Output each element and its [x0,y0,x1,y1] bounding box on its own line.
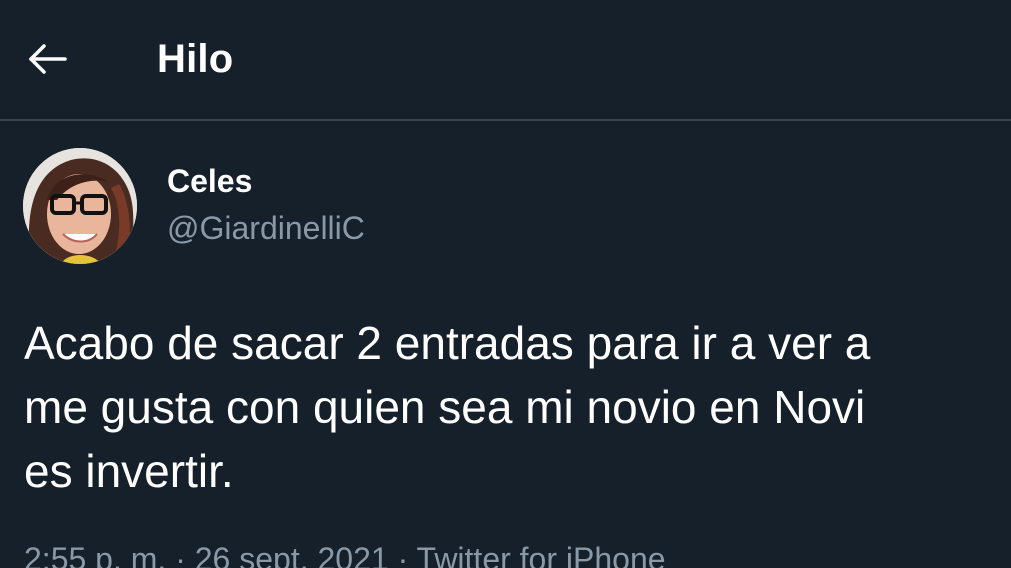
tweet-text-line: Acabo de sacar 2 entradas para ir a ver … [24,317,871,369]
author-name[interactable]: Celes [167,163,252,199]
author-handle[interactable]: @GiardinelliC [167,210,365,246]
tweet-time[interactable]: 2:55 p. m. [24,541,166,568]
tweet-text-line: es invertir. [24,445,234,497]
tweet-meta: 2:55 p. m. · 26 sept. 2021 · Twitter for… [24,540,666,568]
arrow-left-icon [29,44,67,74]
page-title: Hilo [157,37,234,81]
tweet-source[interactable]: Twitter for iPhone [417,541,666,568]
avatar[interactable] [23,148,137,264]
profile-photo-icon [23,148,137,264]
meta-separator: · [397,541,409,568]
thread-header: Hilo [0,0,1011,121]
tweet-text-line: me gusta con quien sea mi novio en Novi [24,381,866,433]
back-button[interactable] [22,36,72,82]
tweet-date[interactable]: 26 sept. 2021 [195,541,389,568]
tweet-text: Acabo de sacar 2 entradas para ir a ver … [24,311,1011,503]
meta-separator: · [175,541,186,568]
